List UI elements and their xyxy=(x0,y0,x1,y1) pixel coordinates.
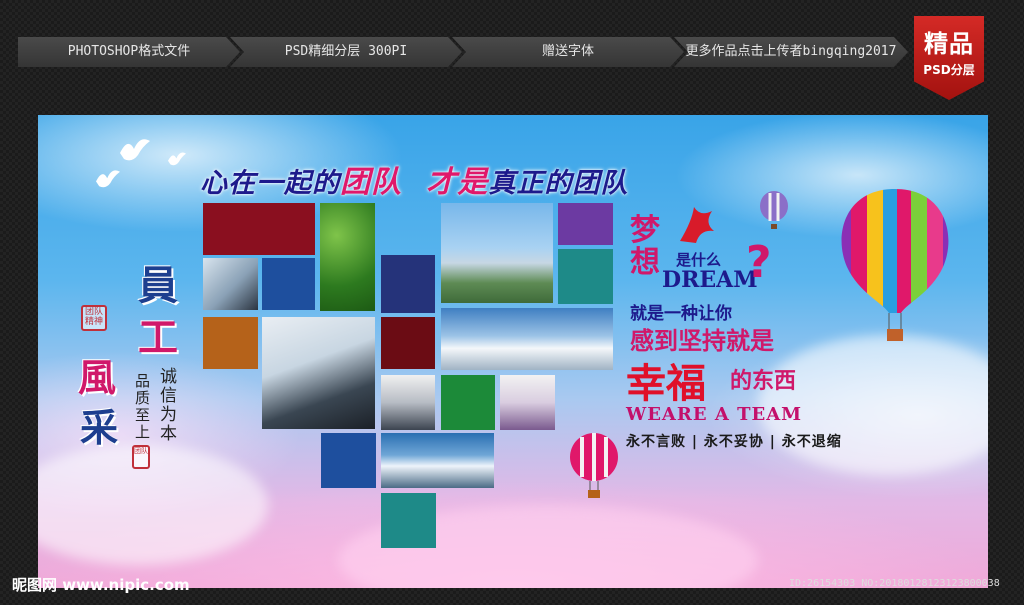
dream-happiness: 幸福 xyxy=(626,361,706,407)
badge-subtitle: PSD分层 xyxy=(923,63,975,77)
dove-icon xyxy=(96,170,120,188)
mosaic-square xyxy=(203,203,315,255)
badge-title: 精品 xyxy=(924,30,974,58)
team-slogan-english: WEARE A TEAM xyxy=(626,404,803,425)
mosaic-square xyxy=(558,249,613,304)
headline-part: 真正的团队 xyxy=(488,168,629,199)
info-segment-format: PHOTOSHOP格式文件 xyxy=(18,37,240,67)
cloud-decoration xyxy=(38,445,268,565)
mosaic-square xyxy=(381,255,435,313)
dream-char-xiang: 想 xyxy=(630,245,660,280)
mosaic-square xyxy=(381,317,435,369)
motto-quality: 品质至上 xyxy=(133,373,151,441)
mosaic-square xyxy=(262,258,315,310)
info-segment-psd: PSD精细分层 300PI xyxy=(230,37,462,67)
dream-line-4: 的东西 xyxy=(730,369,797,394)
mosaic-square xyxy=(441,375,495,430)
poster-headline: 心在一起的团队 才是真正的团队 xyxy=(200,157,628,201)
photo-office-team xyxy=(381,375,435,430)
mosaic-square xyxy=(321,433,376,488)
title-char-gong: 工 xyxy=(138,314,178,361)
team-slogan-chinese: 永不言败 | 永不妥协 | 永不退缩 xyxy=(626,434,842,450)
dream-english: DREAM xyxy=(662,267,758,293)
hot-air-balloon-icon xyxy=(841,189,949,341)
headline-highlight: 团队 xyxy=(340,165,402,200)
team-culture-poster: 心在一起的团队 才是真正的团队 員 工 風 采 诚信为本 品质至上 团队精神 团… xyxy=(38,115,988,588)
top-info-bar: PHOTOSHOP格式文件 PSD精细分层 300PI 赠送字体 更多作品点击上… xyxy=(18,37,908,67)
title-char-yuan: 員 xyxy=(138,262,178,309)
dove-icon xyxy=(168,152,186,166)
motto-integrity: 诚信为本 xyxy=(156,367,176,443)
hot-air-balloon-icon xyxy=(760,191,788,229)
hot-air-balloon-icon xyxy=(570,433,618,498)
headline-highlight: 才是 xyxy=(426,165,489,200)
photo-snow-mountains xyxy=(381,433,494,488)
seal-stamp: 团队 xyxy=(132,445,150,469)
brush-figure-icon xyxy=(680,207,714,243)
headline-part: 心在一起的 xyxy=(200,168,340,199)
title-char-cai: 采 xyxy=(80,405,119,450)
premium-psd-badge: 精品 PSD分层 xyxy=(914,16,984,100)
photo-summit-climbers xyxy=(441,308,613,370)
title-char-feng: 風 xyxy=(78,355,117,400)
mosaic-square xyxy=(381,493,436,548)
info-segment-font: 赠送字体 xyxy=(452,37,684,67)
dream-question-mark: ? xyxy=(746,237,772,288)
watermark-site: 昵图网 www.nipic.com xyxy=(12,576,190,594)
photo-handshake xyxy=(203,258,258,310)
photo-business-meeting xyxy=(262,317,375,429)
info-segment-author-link[interactable]: 更多作品点击上传者bingqing2017 xyxy=(674,37,908,67)
mosaic-square xyxy=(558,203,613,245)
photo-city-skyline xyxy=(441,203,553,303)
photo-office-interior xyxy=(500,375,555,430)
seal-stamp: 团队精神 xyxy=(81,305,107,331)
image-id-text: ID:26154303 NO:20180128123123800038 xyxy=(789,578,1000,589)
mosaic-square xyxy=(203,317,258,369)
photo-green-leaves xyxy=(320,203,375,311)
dove-icon xyxy=(120,139,150,161)
